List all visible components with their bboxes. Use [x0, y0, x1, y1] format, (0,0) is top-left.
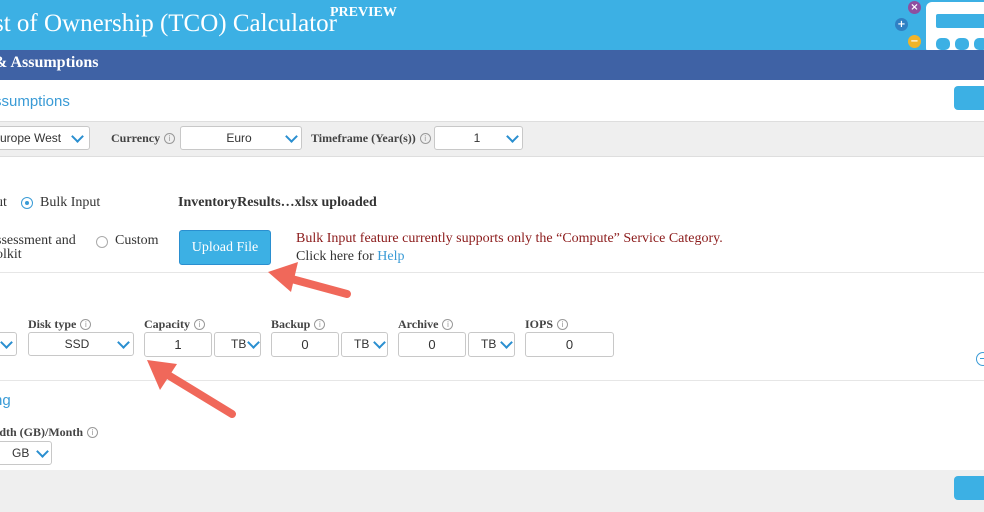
disk-type-label: Disk type i — [28, 317, 92, 332]
info-icon[interactable]: i — [314, 319, 326, 330]
bottom-right-button[interactable] — [954, 476, 984, 500]
archive-input[interactable]: 0 — [398, 332, 466, 357]
custom-radio[interactable] — [96, 236, 108, 248]
chevron-down-icon — [247, 336, 260, 349]
capacity-label: Capacity i — [144, 317, 205, 332]
timeframe-label: Timeframe (Year(s)) i — [311, 131, 431, 146]
help-prefix: Click here for — [296, 249, 378, 264]
capacity-input[interactable]: 1 — [144, 332, 212, 357]
capacity-unit-select[interactable]: TB — [214, 332, 261, 357]
backup-unit-select[interactable]: TB — [341, 332, 388, 357]
backup-input[interactable]: 0 — [271, 332, 339, 357]
calculator-key — [936, 38, 950, 50]
upload-status: InventoryResults…xlsx uploaded — [178, 195, 377, 210]
minus-icon[interactable]: − — [908, 35, 921, 48]
chevron-down-icon — [36, 445, 49, 458]
calculator-key — [974, 38, 984, 50]
iops-input[interactable]: 0 — [525, 332, 614, 357]
bandwidth-unit-select[interactable]: GB — [0, 441, 52, 465]
calculator-key — [955, 38, 969, 50]
storage-type-select[interactable] — [0, 332, 17, 356]
assumptions-link[interactable]: ssumptions — [0, 93, 70, 110]
arrow-to-capacity-icon — [147, 360, 236, 418]
archive-unit: TB — [481, 337, 497, 351]
upload-file-button[interactable]: Upload File — [179, 230, 271, 265]
section-title: & Assumptions — [0, 54, 99, 71]
bulk-input-notice: Bulk Input feature currently supports on… — [296, 231, 723, 246]
chevron-down-icon — [500, 336, 513, 349]
archive-unit-select[interactable]: TB — [468, 332, 515, 357]
help-line: Click here for Help — [296, 249, 404, 265]
disk-type-value: SSD — [64, 337, 90, 351]
help-link[interactable]: Help — [377, 249, 404, 264]
app-title: st of Ownership (TCO) Calculator — [0, 10, 337, 37]
timeframe-value: 1 — [473, 131, 481, 145]
iops-label: IOPS i — [525, 317, 569, 332]
chevron-down-icon — [0, 336, 13, 349]
calculator-screen — [936, 14, 984, 28]
divider — [0, 272, 984, 273]
preview-badge: PREVIEW — [330, 5, 397, 20]
networking-title[interactable]: ng — [0, 392, 11, 409]
manual-input-label: ut — [0, 195, 7, 210]
region-value: urope West — [0, 131, 62, 145]
capacity-unit: TB — [231, 337, 247, 351]
info-icon[interactable]: i — [194, 319, 205, 330]
chevron-down-icon — [373, 336, 386, 349]
timeframe-select[interactable]: 1 — [434, 126, 523, 150]
currency-label: Currency i — [111, 131, 176, 146]
info-icon[interactable]: i — [80, 319, 92, 330]
backup-label: Backup i — [271, 317, 326, 332]
currency-select[interactable]: Euro — [180, 126, 302, 150]
close-icon[interactable]: × — [908, 1, 921, 14]
bulk-input-label: Bulk Input — [40, 195, 101, 210]
remove-row-icon[interactable] — [976, 352, 984, 366]
top-right-button[interactable] — [954, 86, 984, 110]
chevron-down-icon — [71, 130, 84, 143]
currency-value: Euro — [226, 131, 252, 145]
arrow-to-upload-icon — [268, 262, 351, 298]
add-icon[interactable]: + — [895, 18, 908, 31]
backup-unit: TB — [354, 337, 370, 351]
custom-label: Custom — [115, 233, 159, 248]
archive-label: Archive i — [398, 317, 454, 332]
bandwidth-label: idth (GB)/Month i — [0, 425, 99, 440]
footer-bar — [0, 470, 984, 512]
disk-type-select[interactable]: SSD — [28, 332, 134, 356]
info-icon[interactable]: i — [557, 319, 569, 330]
bulk-input-radio[interactable] — [21, 197, 33, 209]
bandwidth-unit: GB — [12, 446, 30, 460]
assessment-label-line2: olkit — [0, 247, 22, 262]
info-icon[interactable]: i — [164, 133, 176, 144]
info-icon[interactable]: i — [87, 427, 99, 438]
section-bar — [0, 50, 984, 80]
info-icon[interactable]: i — [419, 133, 431, 144]
info-icon[interactable]: i — [442, 319, 454, 330]
region-select[interactable]: urope West — [0, 126, 90, 150]
divider — [0, 380, 984, 381]
